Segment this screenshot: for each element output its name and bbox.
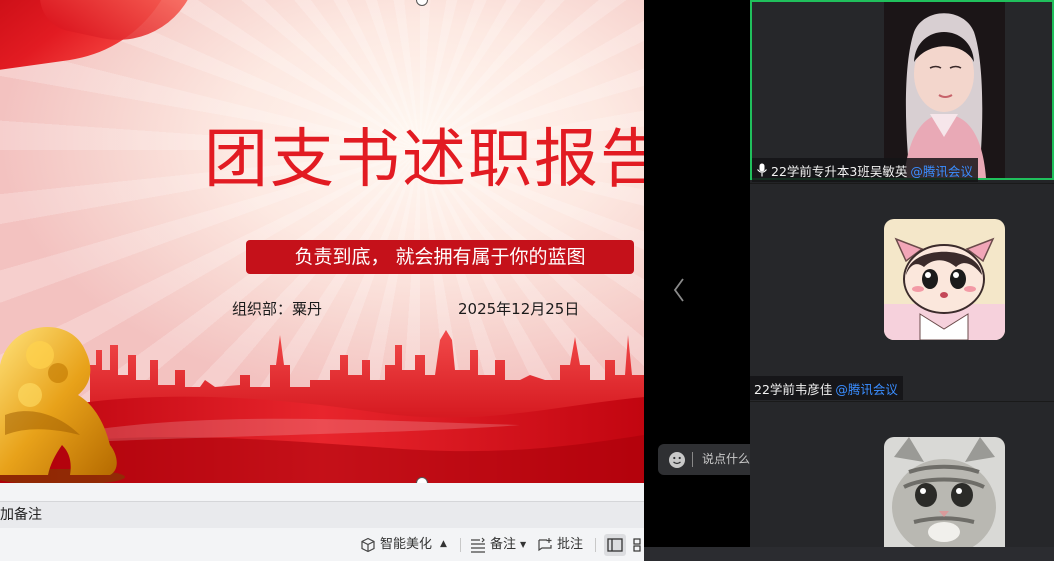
smart-beautify-button[interactable]: 智能美化 ▲ <box>360 528 447 561</box>
city-skyline-illustration <box>0 327 644 483</box>
annotate-label: 批注 <box>557 537 584 552</box>
participant-list: 22学前专升本3班吴敏英 @腾讯会议 22学前韦彦佳 @腾讯会议 <box>750 0 1054 548</box>
annotate-button[interactable]: 批注 <box>537 528 583 561</box>
participant-name: 22学前韦彦佳 <box>754 381 833 397</box>
cat-avatar-image <box>884 437 1005 547</box>
slide-title[interactable]: 团支书述职报告 <box>204 128 644 192</box>
notes-area[interactable]: 添加备注 <box>0 501 644 529</box>
slide-sorter-view-button[interactable] <box>630 534 644 556</box>
microphone-icon <box>757 163 767 177</box>
comment-plus-icon <box>538 537 552 551</box>
chevron-left-icon[interactable] <box>672 276 686 304</box>
participant-tile[interactable]: 22学前韦彦佳 @腾讯会议 <box>750 183 1054 401</box>
cube-icon <box>361 537 375 552</box>
slide-canvas[interactable]: 团支书述职报告 负责到底， 就会拥有属于你的蓝图 组织部：粟丹 2025年12月… <box>0 0 644 483</box>
status-bar: 智能美化 ▲ 备注 ▼ 批注 <box>0 528 644 561</box>
participant-tile[interactable] <box>750 401 1054 548</box>
normal-view-icon <box>607 538 623 552</box>
notes-placeholder[interactable]: 添加备注 <box>0 502 42 529</box>
slide-subtitle: 负责到底， 就会拥有属于你的蓝图 <box>294 246 586 268</box>
selection-handle-bottom[interactable] <box>416 477 428 483</box>
notes-label: 备注 <box>490 537 517 552</box>
anime-avatar-image <box>884 219 1005 340</box>
participant-video <box>884 2 1005 178</box>
caret-down-icon: ▼ <box>520 540 527 549</box>
normal-view-button[interactable] <box>604 534 626 556</box>
presentation-editor: 团支书述职报告 负责到底， 就会拥有属于你的蓝图 组织部：粟丹 2025年12月… <box>0 0 644 561</box>
participant-source: @腾讯会议 <box>910 163 973 179</box>
smart-beautify-label: 智能美化 <box>380 537 433 552</box>
slide-organizer[interactable]: 组织部：粟丹 <box>232 298 322 319</box>
participant-nametag: 22学前专升本3班吴敏英 @腾讯会议 <box>752 158 978 182</box>
divider <box>460 538 461 552</box>
grid-view-icon <box>633 538 641 552</box>
meeting-bottom-strip <box>644 547 1054 561</box>
divider <box>692 452 693 467</box>
participant-nametag: 22学前韦彦佳 @腾讯会议 <box>750 376 903 400</box>
notes-button[interactable]: 备注 ▼ <box>470 528 526 561</box>
participant-name: 22学前专升本3班吴敏英 <box>771 163 908 179</box>
participant-tile-active-speaker[interactable]: 22学前专升本3班吴敏英 @腾讯会议 <box>750 0 1054 182</box>
caret-up-icon: ▲ <box>440 539 447 549</box>
divider <box>595 538 596 552</box>
participant-source: @腾讯会议 <box>835 381 898 397</box>
slide-date[interactable]: 2025年12月25日 <box>458 298 579 319</box>
notes-lines-icon <box>471 537 485 553</box>
emoji-icon[interactable] <box>668 451 686 469</box>
subtitle-banner[interactable]: 负责到底， 就会拥有属于你的蓝图 <box>246 240 634 274</box>
